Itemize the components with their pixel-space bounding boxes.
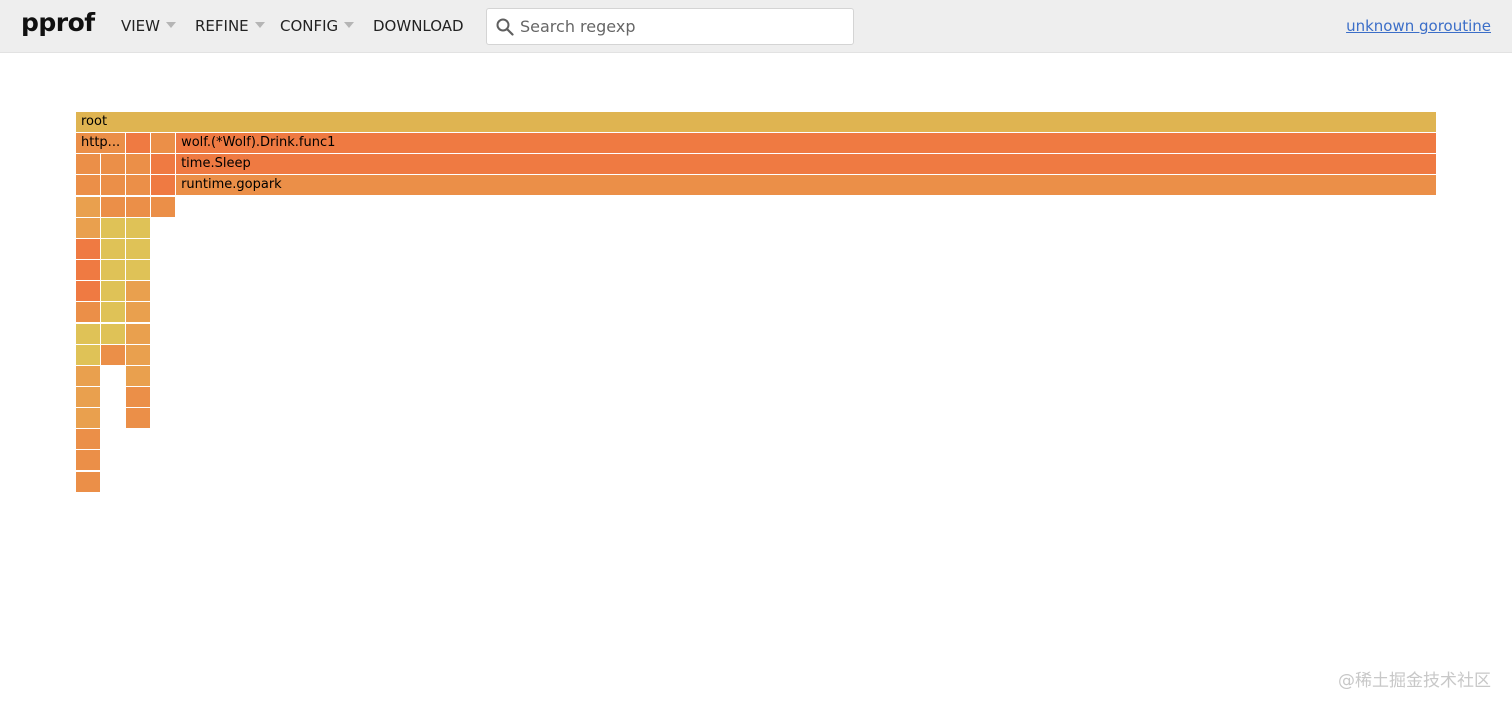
- config-menu-label: CONFIG: [280, 17, 339, 35]
- top-toolbar: pprof VIEW REFINE CONFIG DOWNLOAD unknow…: [0, 0, 1512, 53]
- download-menu[interactable]: DOWNLOAD: [373, 0, 464, 53]
- view-menu-label: VIEW: [121, 17, 160, 35]
- flame-frame[interactable]: [101, 154, 127, 175]
- flame-frame[interactable]: [126, 344, 152, 365]
- flame-frame[interactable]: [76, 450, 102, 471]
- flame-frame[interactable]: [126, 323, 152, 344]
- flame-frame[interactable]: [76, 302, 102, 323]
- view-menu[interactable]: VIEW: [121, 0, 176, 53]
- flame-frame[interactable]: [101, 217, 127, 238]
- flame-frame[interactable]: [151, 196, 177, 217]
- flame-frame[interactable]: [101, 196, 127, 217]
- search-box: [486, 8, 854, 45]
- flame-frame[interactable]: [76, 365, 102, 386]
- flame-frame[interactable]: [151, 133, 177, 154]
- flame-frame[interactable]: [151, 175, 177, 196]
- flame-frame[interactable]: [101, 175, 127, 196]
- flame-frame[interactable]: [76, 196, 102, 217]
- flame-frame[interactable]: [101, 281, 127, 302]
- search-icon: [496, 18, 514, 36]
- flame-frame-time-sleep[interactable]: time.Sleep: [176, 154, 1438, 175]
- flame-frame-root[interactable]: root: [76, 112, 1438, 132]
- flame-frame[interactable]: [126, 217, 152, 238]
- flame-frame[interactable]: [76, 281, 102, 302]
- flame-graph: root http... wolf.(*Wolf).Drink.func1 time.…: [76, 112, 1438, 512]
- flame-frame[interactable]: [126, 365, 152, 386]
- flame-frame[interactable]: [76, 323, 102, 344]
- flame-frame[interactable]: [151, 154, 177, 175]
- flame-frame[interactable]: [126, 238, 152, 259]
- config-menu[interactable]: CONFIG: [280, 0, 355, 53]
- flame-frame-runtime-gopark[interactable]: runtime.gopark: [176, 175, 1438, 196]
- flame-frame[interactable]: [76, 408, 102, 429]
- flame-frame[interactable]: [101, 323, 127, 344]
- flame-frame[interactable]: [126, 175, 152, 196]
- profile-type-link[interactable]: unknown goroutine: [1346, 0, 1491, 53]
- watermark: @稀土掘金技术社区: [1338, 671, 1491, 691]
- flame-frame[interactable]: [101, 238, 127, 259]
- flame-frame[interactable]: [76, 217, 102, 238]
- flame-frame[interactable]: [76, 429, 102, 450]
- flame-frame[interactable]: [126, 154, 152, 175]
- flame-frame[interactable]: [101, 260, 127, 281]
- refine-menu[interactable]: REFINE: [195, 0, 265, 53]
- flame-frame[interactable]: [126, 386, 152, 407]
- flame-frame[interactable]: [76, 154, 102, 175]
- flame-frame-wolf-wolf-drink-func1[interactable]: wolf.(*Wolf).Drink.func1: [176, 133, 1438, 154]
- flame-frame[interactable]: [126, 133, 152, 154]
- flame-frame[interactable]: [126, 281, 152, 302]
- flame-frame[interactable]: [76, 238, 102, 259]
- flame-frame-http[interactable]: http...: [76, 133, 127, 154]
- flame-frame[interactable]: [76, 175, 102, 196]
- flame-frame[interactable]: [126, 302, 152, 323]
- refine-menu-label: REFINE: [195, 17, 249, 35]
- flame-frame[interactable]: [126, 260, 152, 281]
- chevron-down-icon: [254, 21, 265, 28]
- flame-frame[interactable]: [76, 386, 102, 407]
- flame-frame[interactable]: [101, 302, 127, 323]
- flame-frame[interactable]: [126, 408, 152, 429]
- flame-frame[interactable]: [126, 196, 152, 217]
- search-input[interactable]: [520, 9, 845, 44]
- flame-frame[interactable]: [76, 260, 102, 281]
- flame-frame[interactable]: [101, 344, 127, 365]
- chevron-down-icon: [166, 21, 176, 28]
- flame-frame[interactable]: [76, 344, 102, 365]
- chevron-down-icon: [344, 21, 355, 28]
- download-menu-label: DOWNLOAD: [373, 17, 464, 35]
- app-logo[interactable]: pprof: [21, 8, 95, 37]
- flame-frame[interactable]: [76, 471, 102, 492]
